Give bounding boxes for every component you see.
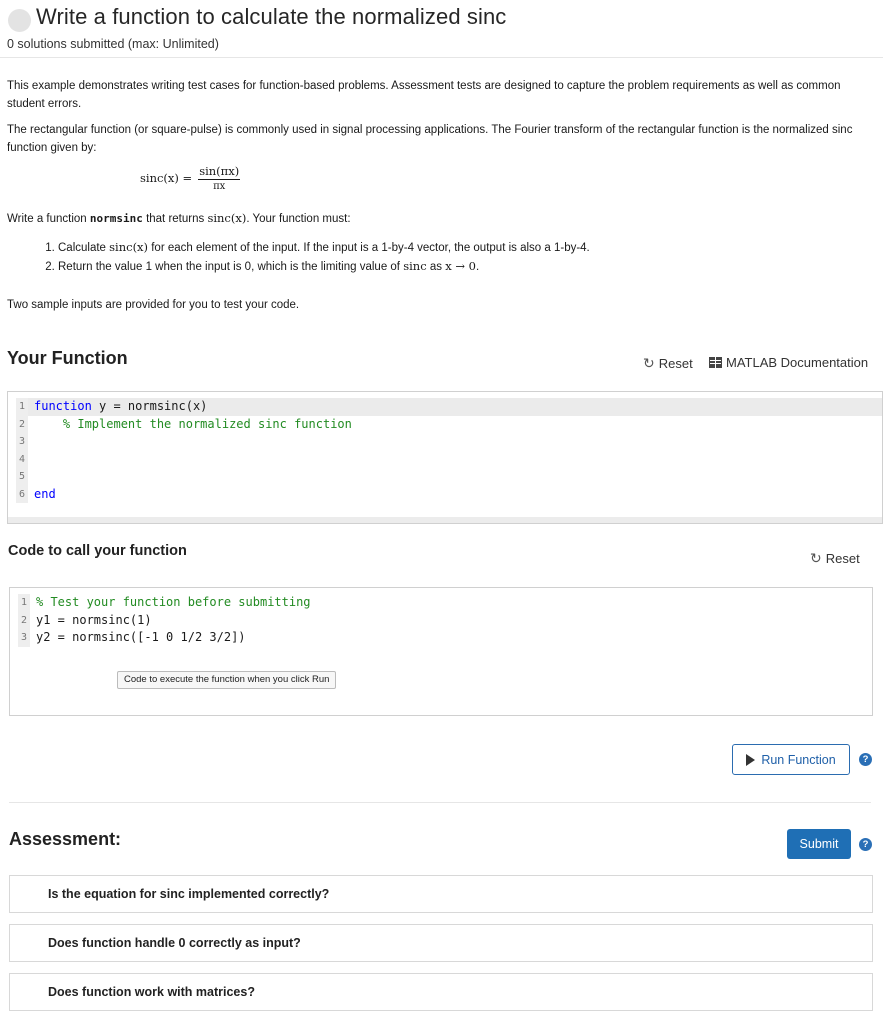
line-number: 3 <box>16 433 28 451</box>
line-number: 6 <box>16 485 28 503</box>
p3-text-1: Write a function <box>7 213 90 225</box>
code-text: y1 = normsinc(1) <box>36 612 152 627</box>
line-number: 1 <box>16 398 28 416</box>
code-line[interactable]: 2 % Implement the normalized sinc functi… <box>16 415 882 434</box>
description-paragraph-4: Two sample inputs are provided for you t… <box>7 299 300 311</box>
code-text: end <box>34 486 56 504</box>
assessment-test[interactable]: Is the equation for sinc implemented cor… <box>9 875 873 913</box>
requirement-1: Calculate sinc(x) for each element of th… <box>58 238 590 257</box>
documentation-icon <box>709 357 722 368</box>
code-line[interactable]: 3 <box>16 433 882 451</box>
submission-count: 0 solutions submitted (max: Unlimited) <box>7 37 219 51</box>
submit-button[interactable]: Submit <box>787 829 851 859</box>
p3-math: sinc(x) <box>207 211 247 225</box>
req2-text-2: as <box>426 261 446 273</box>
editor-scrollbar-area <box>8 517 882 523</box>
help-icon[interactable]: ? <box>859 753 872 766</box>
description-paragraph-2: The rectangular function (or square-puls… <box>7 124 853 154</box>
code-line[interactable]: 3 y2 = normsinc([-1 0 1/2 3/2]) <box>18 629 872 647</box>
requirements-list: Calculate sinc(x) for each element of th… <box>38 238 590 276</box>
test-label: Does function handle 0 correctly as inpu… <box>48 936 301 950</box>
line-number: 3 <box>18 629 30 647</box>
divider <box>0 57 883 58</box>
req1-math: sinc(x) <box>109 240 149 254</box>
code-keyword: function <box>34 399 92 413</box>
code-line[interactable]: 4 <box>16 450 882 468</box>
code-text: % Implement the normalized sinc function <box>34 416 352 434</box>
line-number: 4 <box>16 450 28 468</box>
code-line[interactable]: 1 % Test your function before submitting <box>18 594 872 612</box>
reset-call-button[interactable]: ↻ Reset <box>810 550 860 567</box>
reset-label: Reset <box>658 356 693 371</box>
code-line[interactable]: 5 <box>16 468 882 486</box>
assessment-test[interactable]: Does function handle 0 correctly as inpu… <box>9 924 873 962</box>
req2-text-1: Return the value 1 when the input is 0, … <box>58 261 404 273</box>
reset-label: Reset <box>825 551 860 566</box>
play-icon <box>746 753 756 766</box>
run-function-button[interactable]: Run Function <box>732 744 850 775</box>
req2-math-2: x → 0 <box>445 259 476 273</box>
page-title: Write a function to calculate the normal… <box>36 4 507 29</box>
help-icon[interactable]: ? <box>859 838 872 851</box>
documentation-label: MATLAB Documentation <box>726 355 869 370</box>
line-number: 2 <box>18 611 30 629</box>
run-hint-tooltip: Code to execute the function when you cl… <box>117 671 337 689</box>
line-number: 1 <box>18 594 30 612</box>
line-number: 5 <box>16 468 28 486</box>
run-label: Run Function <box>761 752 836 767</box>
test-label: Is the equation for sinc implemented cor… <box>48 887 330 901</box>
p3-text-2: that returns <box>142 213 208 225</box>
reset-function-button[interactable]: ↻ Reset <box>643 355 693 372</box>
req1-text-2: for each element of the input. If the in… <box>148 242 590 254</box>
code-text: function y = normsinc(x) <box>34 399 208 413</box>
req2-text-3: . <box>475 261 480 273</box>
formula-numerator: sin(πx) <box>198 164 241 180</box>
req1-text-1: Calculate <box>58 242 110 254</box>
line-number: 2 <box>16 415 28 433</box>
code-keyword: end <box>34 486 56 501</box>
formula-fraction: sin(πx) πx <box>198 164 241 192</box>
code-text: % Test your function before submitting <box>36 594 311 612</box>
function-editor[interactable]: 1 function y = normsinc(x) 2 % Implement t… <box>7 391 883 524</box>
assessment-test[interactable]: Does function work with matrices? <box>9 973 873 1011</box>
code-line[interactable]: 6 end <box>16 485 882 504</box>
formula-lhs: sinc(x) = <box>140 171 193 185</box>
test-label: Does function work with matrices? <box>48 985 255 999</box>
sinc-formula: sinc(x) = sin(πx) πx <box>140 164 241 192</box>
code-line[interactable]: 1 function y = normsinc(x) <box>16 398 882 416</box>
function-code-lines: 1 function y = normsinc(x) 2 % Implement t… <box>16 398 882 503</box>
code-text: y2 = normsinc([-1 0 1/2 3/2]) <box>36 630 246 644</box>
requirement-2: Return the value 1 when the input is 0, … <box>58 257 590 276</box>
divider <box>9 802 871 803</box>
call-function-heading: Code to call your function <box>8 543 187 559</box>
assessment-heading: Assessment: <box>9 829 122 849</box>
status-indicator-icon <box>8 9 31 32</box>
code-line[interactable]: 2 y1 = normsinc(1) <box>18 611 872 629</box>
code-comment: % Test your function before submitting <box>36 595 311 609</box>
reset-icon: ↻ <box>643 355 655 371</box>
function-name: normsinc <box>89 212 143 225</box>
your-function-heading: Your Function <box>7 348 128 368</box>
matlab-documentation-link[interactable]: MATLAB Documentation <box>709 355 868 370</box>
req2-math-1: sinc <box>403 259 427 273</box>
formula-denominator: πx <box>213 181 226 192</box>
description-paragraph-1: This example demonstrates writing test c… <box>7 80 841 110</box>
p3-text-3: . Your function must: <box>246 213 351 225</box>
reset-icon: ↻ <box>810 550 822 566</box>
call-code-lines: 1 % Test your function before submitting 2… <box>18 594 872 647</box>
description-paragraph-3: Write a function normsinc that returns s… <box>7 209 351 228</box>
call-editor[interactable]: 1 % Test your function before submitting 2… <box>9 587 873 716</box>
code-comment: % Implement the normalized sinc function <box>34 416 352 431</box>
